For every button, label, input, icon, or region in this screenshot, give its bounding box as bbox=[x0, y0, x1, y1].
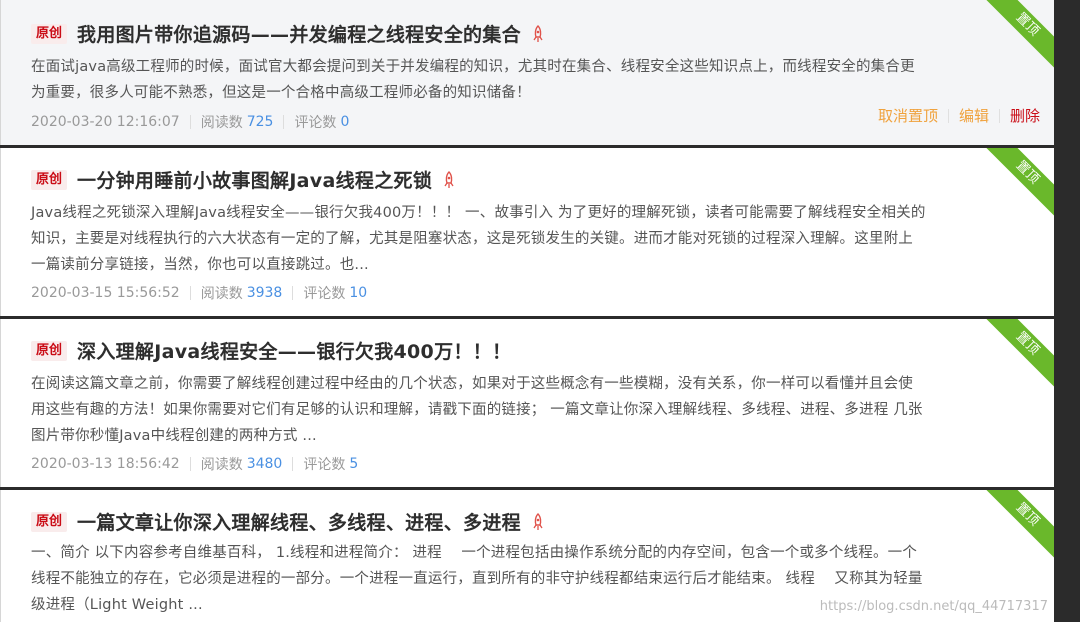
article-meta: 2020-03-13 18:56:42 阅读数 3480 评论数 5 bbox=[31, 454, 358, 474]
original-badge: 原创 bbox=[31, 23, 68, 44]
summary-line: 线程不能独立的存在，它必须是进程的一部分。一个进程一直运行，直到所有的非守护线程… bbox=[31, 571, 923, 587]
article-title[interactable]: 一篇文章让你深入理解线程、多线程、进程、多进程 bbox=[77, 508, 521, 535]
summary-line: 在阅读这篇文章之前，你需要了解线程创建过程中经由的几个状态，如果对于这些概念有一… bbox=[31, 376, 913, 392]
rocket-icon bbox=[533, 24, 543, 42]
summary-line: 在面试java高级工程师的时候，面试官大都会提问到关于并发编程的知识，尤其时在集… bbox=[31, 59, 915, 75]
article-meta: 2020-03-15 15:56:52 阅读数 3938 评论数 10 bbox=[31, 283, 367, 303]
summary-line: 用这些有趣的方法！如果你需要对它们有足够的认识和理解，请戳下面的链接； 一篇文章… bbox=[31, 402, 923, 418]
comments-count: 5 bbox=[349, 456, 359, 472]
article-meta: 2020-03-20 12:16:07 阅读数 725 评论数 0 bbox=[31, 112, 349, 132]
reads-count: 725 bbox=[246, 114, 274, 130]
article-actions: 取消置顶 编辑 删除 bbox=[878, 105, 1040, 126]
publish-date: 2020-03-20 12:16:07 bbox=[31, 114, 180, 130]
comments-count: 10 bbox=[349, 285, 368, 301]
summary-line: 一篇读前分享链接，当然，你也可以直接跳过。也... bbox=[31, 257, 369, 273]
watermark: https://blog.csdn.net/qq_44717317 bbox=[819, 599, 1048, 614]
reads-count: 3938 bbox=[246, 285, 283, 301]
article-card[interactable]: 置顶 原创 一篇文章让你深入理解线程、多线程、进程、多进程 一、简介 以下内容参… bbox=[0, 490, 1054, 622]
reads-count: 3480 bbox=[246, 456, 283, 472]
publish-date: 2020-03-13 18:56:42 bbox=[31, 456, 180, 472]
article-summary: 在面试java高级工程师的时候，面试官大都会提问到关于并发编程的知识，尤其时在集… bbox=[31, 54, 1041, 106]
summary-line: 知识，主要是对线程执行的六大状态有一定的了解，尤其是阻塞状态，这是死锁发生的关键… bbox=[31, 231, 913, 247]
summary-line: Java线程之死锁深入理解Java线程安全——银行欠我400万！！！ 一、故事引… bbox=[31, 205, 926, 221]
summary-line: 为重要，很多人可能不熟悉，但这是一个合格中高级工程师必备的知识储备！ bbox=[31, 85, 531, 101]
rocket-icon bbox=[444, 170, 454, 188]
summary-line: 一、简介 以下内容参考自维基百科， 1.线程和进程简介： 进程 一个进程包括由操… bbox=[31, 545, 918, 561]
delete-button[interactable]: 删除 bbox=[1010, 105, 1040, 126]
article-summary: Java线程之死锁深入理解Java线程安全——银行欠我400万！！！ 一、故事引… bbox=[31, 200, 1041, 278]
original-badge: 原创 bbox=[31, 511, 68, 532]
comments-label: 评论数 bbox=[303, 457, 346, 473]
summary-line: 图片带你秒懂Java中线程创建的两种方式 ... bbox=[31, 428, 317, 444]
unpin-button[interactable]: 取消置顶 bbox=[878, 105, 938, 126]
comments-label: 评论数 bbox=[303, 286, 346, 302]
original-badge: 原创 bbox=[31, 169, 68, 190]
rocket-icon bbox=[533, 512, 543, 530]
article-title[interactable]: 深入理解Java线程安全——银行欠我400万！！！ bbox=[77, 337, 511, 364]
original-badge: 原创 bbox=[31, 340, 68, 361]
reads-label: 阅读数 bbox=[200, 115, 243, 131]
reads-label: 阅读数 bbox=[200, 286, 243, 302]
article-card[interactable]: 置顶 原创 我用图片带你追源码——并发编程之线程安全的集合 在面试java高级工… bbox=[0, 0, 1054, 145]
comments-count: 0 bbox=[340, 114, 350, 130]
article-title[interactable]: 一分钟用睡前小故事图解Java线程之死锁 bbox=[77, 166, 432, 193]
reads-label: 阅读数 bbox=[200, 457, 243, 473]
publish-date: 2020-03-15 15:56:52 bbox=[31, 285, 180, 301]
edit-button[interactable]: 编辑 bbox=[959, 105, 989, 126]
article-card[interactable]: 置顶 原创 一分钟用睡前小故事图解Java线程之死锁 Java线程之死锁深入理解… bbox=[0, 148, 1054, 316]
article-card[interactable]: 置顶 原创 深入理解Java线程安全——银行欠我400万！！！ 在阅读这篇文章之… bbox=[0, 319, 1054, 487]
comments-label: 评论数 bbox=[294, 115, 337, 131]
article-summary: 在阅读这篇文章之前，你需要了解线程创建过程中经由的几个状态，如果对于这些概念有一… bbox=[31, 371, 1041, 449]
article-title[interactable]: 我用图片带你追源码——并发编程之线程安全的集合 bbox=[77, 20, 521, 47]
